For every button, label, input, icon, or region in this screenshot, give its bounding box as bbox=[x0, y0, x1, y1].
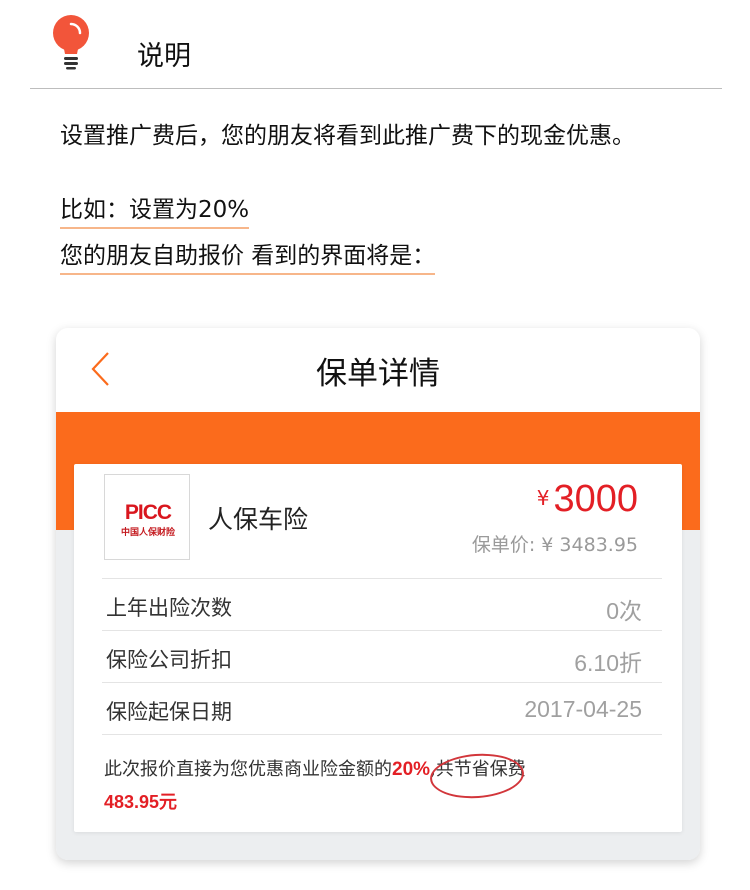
discount-percent: 20% bbox=[392, 759, 431, 780]
logo-subtext: 中国人保财险 bbox=[120, 528, 175, 538]
row-label: 保险起保日期 bbox=[106, 700, 232, 724]
info-row: 保险起保日期 2017-04-25 bbox=[102, 682, 662, 734]
row-value: 2017-04-25 bbox=[524, 696, 642, 722]
section-header: 说明 bbox=[0, 0, 750, 90]
divider bbox=[30, 88, 722, 89]
insurer-logo: PICC 中国人保财险 bbox=[104, 474, 190, 560]
nav-title: 保单详情 bbox=[316, 356, 440, 392]
row-label: 上年出险次数 bbox=[106, 596, 232, 620]
row-value: 0次 bbox=[606, 598, 642, 624]
row-value: 6.10折 bbox=[574, 650, 642, 676]
info-row: 保险公司折扣 6.10折 bbox=[102, 630, 662, 682]
policy-card: PICC 中国人保财险 人保车险 ¥3000 保单价: ¥ 3483.95 上年… bbox=[74, 464, 682, 832]
price: ¥3000 bbox=[537, 478, 638, 521]
company-name: 人保车险 bbox=[208, 505, 309, 534]
header-title: 说明 bbox=[137, 41, 191, 72]
nav-bar: 保单详情 bbox=[56, 328, 700, 412]
saved-amount: 483.95元 bbox=[104, 792, 178, 812]
logo-text: PICC bbox=[124, 501, 172, 524]
price-value: 3000 bbox=[553, 478, 638, 520]
note-prefix: 此次报价直接为您优惠商业险金额的 bbox=[104, 759, 392, 780]
phone-preview: 保单详情 PICC 中国人保财险 人保车险 ¥3000 保单价: ¥ 3483.… bbox=[56, 328, 700, 860]
original-price: 保单价: ¥ 3483.95 bbox=[471, 534, 638, 556]
info-row: 上年出险次数 0次 bbox=[102, 578, 662, 630]
example-line-1: 比如：设置为20% bbox=[60, 190, 250, 229]
price-symbol: ¥ bbox=[536, 486, 550, 510]
intro-text: 设置推广费后，您的朋友将看到此推广费下的现金优惠。 bbox=[60, 123, 635, 149]
example-line-2: 您的朋友自助报价 看到的界面将是： bbox=[60, 236, 436, 275]
discount-note: 此次报价直接为您优惠商业险金额的20%,共节省保费 483.95元 bbox=[104, 754, 664, 819]
row-label: 保险公司折扣 bbox=[106, 648, 232, 672]
lightbulb-icon bbox=[53, 15, 89, 70]
